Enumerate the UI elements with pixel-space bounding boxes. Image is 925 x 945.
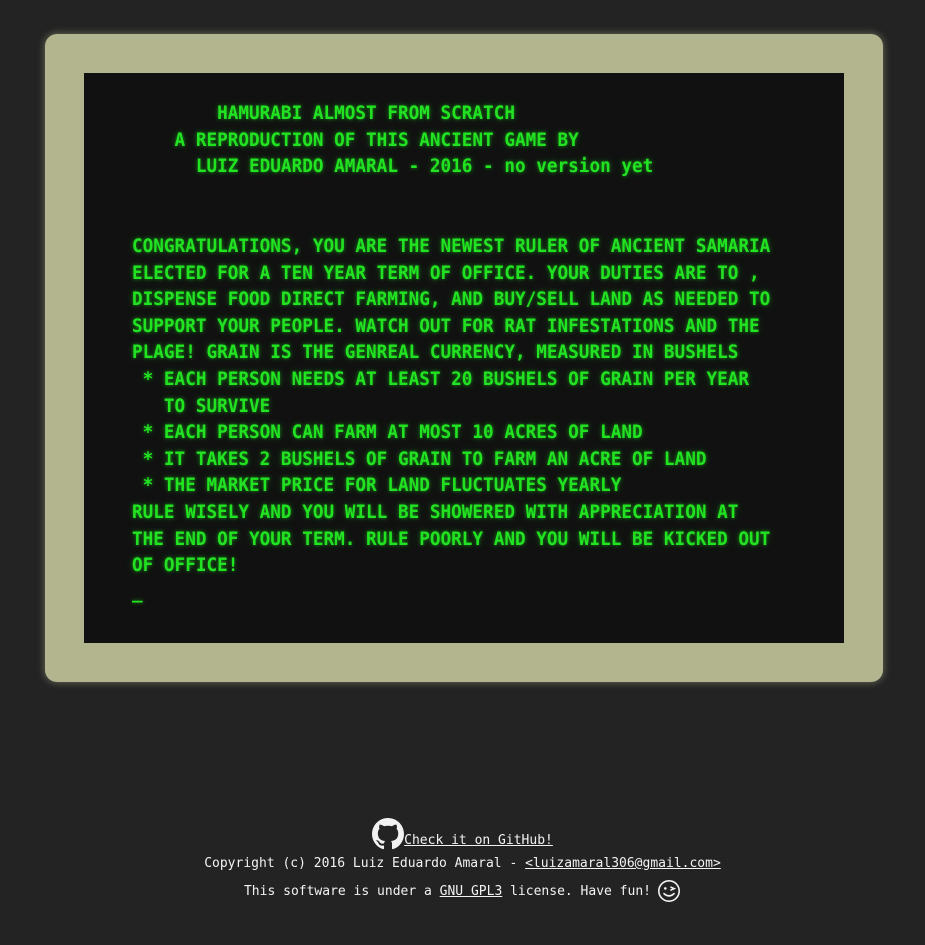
copyright-line: Copyright (c) 2016 Luiz Eduardo Amaral -… xyxy=(0,850,925,878)
license-suffix-text: license. Have fun! xyxy=(502,884,651,899)
license-prefix-text: This software is under a xyxy=(243,884,440,899)
email-link[interactable]: <luizamaral306@gmail.com> xyxy=(525,856,721,871)
terminal-cursor: _ xyxy=(132,580,143,603)
terminal-output: HAMURABI ALMOST FROM SCRATCH A REPRODUCT… xyxy=(132,100,770,605)
terminal-intro-text: HAMURABI ALMOST FROM SCRATCH A REPRODUCT… xyxy=(132,102,771,577)
github-row: Check it on GitHub! xyxy=(0,814,925,850)
page-footer: Check it on GitHub! Copyright (c) 2016 L… xyxy=(0,814,925,906)
copyright-text: Copyright (c) 2016 Luiz Eduardo Amaral - xyxy=(204,856,526,871)
crt-monitor-bezel: HAMURABI ALMOST FROM SCRATCH A REPRODUCT… xyxy=(45,34,883,682)
github-link[interactable]: Check it on GitHub! xyxy=(404,832,553,850)
license-line: This software is under a GNU GPL3 licens… xyxy=(0,878,925,906)
terminal-screen[interactable]: HAMURABI ALMOST FROM SCRATCH A REPRODUCT… xyxy=(84,73,844,643)
winking-face-icon xyxy=(658,879,680,902)
github-icon[interactable] xyxy=(372,818,405,850)
license-link[interactable]: GNU GPL3 xyxy=(440,884,503,899)
